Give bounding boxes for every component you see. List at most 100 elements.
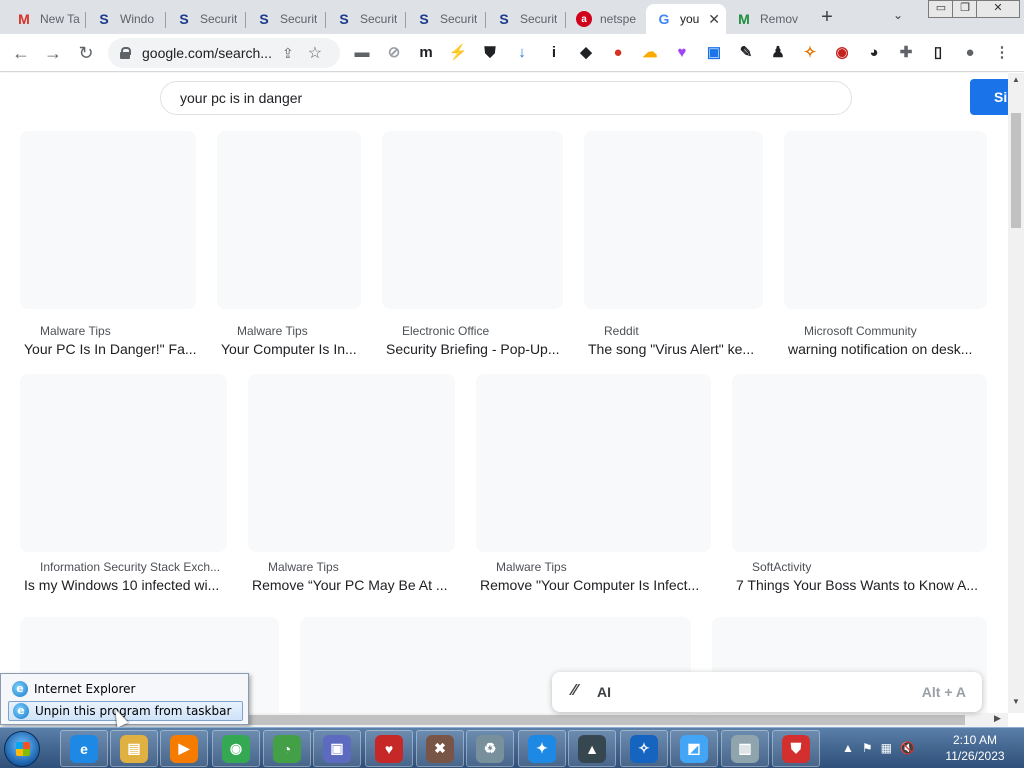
tab-1[interactable]: S Windo bbox=[86, 4, 166, 34]
taskbar-app-button[interactable]: ▲ bbox=[568, 730, 616, 767]
image-thumbnail[interactable] bbox=[20, 374, 227, 552]
search-input[interactable]: your pc is in danger bbox=[160, 81, 852, 115]
broom-ext-icon[interactable]: ✧ bbox=[800, 43, 820, 63]
start-button[interactable] bbox=[4, 731, 40, 767]
tab-7[interactable]: a netspe bbox=[566, 4, 646, 34]
lock-icon[interactable] bbox=[120, 47, 131, 59]
result-title[interactable]: Remove "Your Computer Is Infect... bbox=[480, 577, 715, 593]
download-ext-icon[interactable]: ↓ bbox=[512, 43, 532, 63]
screen-ext-icon[interactable]: ▣ bbox=[704, 43, 724, 63]
m-ext-icon[interactable]: m bbox=[416, 43, 436, 63]
person-ext-icon[interactable]: ♟ bbox=[768, 43, 788, 63]
tab-2[interactable]: S Securit bbox=[166, 4, 246, 34]
address-bar[interactable]: google.com/search... ⇪ ☆ bbox=[108, 38, 340, 68]
image-thumbnail[interactable] bbox=[584, 131, 763, 309]
new-tab-button[interactable]: + bbox=[816, 6, 838, 28]
menu-icon[interactable]: ⋮ bbox=[992, 43, 1012, 63]
share-icon[interactable]: ⇪ bbox=[282, 45, 294, 62]
show-hidden-icons-icon[interactable]: ▲ bbox=[842, 741, 854, 755]
taskbar-app-button[interactable]: ♥ bbox=[365, 730, 413, 767]
taskbar-app-button[interactable]: ▥ bbox=[721, 730, 769, 767]
tab-0[interactable]: M New Ta bbox=[6, 4, 86, 34]
back-arrow-icon[interactable]: ← bbox=[10, 42, 32, 64]
profile-icon[interactable]: ● bbox=[960, 43, 980, 63]
scrollbar-thumb[interactable] bbox=[1011, 113, 1021, 228]
flag-icon[interactable]: ⚑ bbox=[862, 741, 873, 755]
result-title[interactable]: Security Briefing - Pop-Up... bbox=[386, 341, 567, 357]
shield-ext-icon[interactable]: ⛊ bbox=[480, 43, 500, 63]
image-thumbnail[interactable] bbox=[217, 131, 361, 309]
record-ext-icon[interactable]: ● bbox=[608, 43, 628, 63]
scroll-down-icon[interactable]: ▼ bbox=[1012, 697, 1020, 706]
taskbar-app-button[interactable]: ♻ bbox=[466, 730, 514, 767]
taskbar-app-button[interactable]: ✦ bbox=[518, 730, 566, 767]
box-ext-icon[interactable]: ◆ bbox=[576, 43, 596, 63]
image-thumbnail[interactable] bbox=[248, 374, 455, 552]
taskbar-app-button[interactable]: ▶ bbox=[160, 730, 208, 767]
taskbar-app-button[interactable]: ▤ bbox=[110, 730, 158, 767]
color-ext-icon[interactable]: ◉ bbox=[832, 43, 852, 63]
tab-8-active[interactable]: G you ✕ bbox=[646, 4, 726, 34]
close-window-button[interactable]: ✕ bbox=[976, 0, 1020, 18]
scroll-right-icon[interactable]: ▶ bbox=[994, 713, 1001, 724]
bolt-ext-icon[interactable]: ⚡ bbox=[448, 43, 468, 63]
image-thumbnail[interactable] bbox=[784, 131, 987, 309]
taskbar-app-button[interactable]: ▣ bbox=[313, 730, 361, 767]
cat-ext-icon[interactable]: ◕ bbox=[864, 43, 884, 63]
taskbar-app-button[interactable]: ✧ bbox=[620, 730, 668, 767]
image-thumbnail[interactable] bbox=[732, 374, 987, 552]
result-title[interactable]: Your PC Is In Danger!" Fa... bbox=[24, 341, 200, 357]
url-text[interactable]: google.com/search... bbox=[142, 45, 272, 61]
taskbar-app-button[interactable]: e bbox=[60, 730, 108, 767]
result-title[interactable]: Remove “Your PC May Be At ... bbox=[252, 577, 459, 593]
result-title[interactable]: 7 Things Your Boss Wants to Know A... bbox=[736, 577, 991, 593]
tab-search-chevron-icon[interactable]: ⌄ bbox=[893, 8, 903, 22]
result-source[interactable]: Malware Tips bbox=[496, 560, 567, 574]
tab-5[interactable]: S Securit bbox=[406, 4, 486, 34]
result-source[interactable]: Malware Tips bbox=[268, 560, 339, 574]
tab-4[interactable]: S Securit bbox=[326, 4, 406, 34]
minimize-button[interactable]: ▭ bbox=[928, 0, 954, 18]
tab-9[interactable]: M Remov bbox=[726, 4, 806, 34]
jump-item-internet-explorer[interactable]: e Internet Explorer bbox=[8, 679, 243, 699]
clock[interactable]: 2:10 AM 11/26/2023 bbox=[935, 732, 1015, 764]
volume-muted-icon[interactable]: 🔇 bbox=[900, 741, 915, 755]
taskbar-app-button[interactable]: ◔ bbox=[263, 730, 311, 767]
result-title[interactable]: The song "Virus Alert" ke... bbox=[588, 341, 767, 357]
scroll-up-icon[interactable]: ▲ bbox=[1012, 75, 1020, 84]
taskbar-app-button[interactable]: ◉ bbox=[212, 730, 260, 767]
image-thumbnail[interactable] bbox=[20, 131, 196, 309]
restore-button[interactable]: ❐ bbox=[952, 0, 978, 18]
info-ext-icon[interactable]: i bbox=[544, 43, 564, 63]
result-source[interactable]: Reddit bbox=[604, 324, 639, 338]
taskbar-app-button[interactable]: ✖ bbox=[416, 730, 464, 767]
network-icon[interactable]: ▦ bbox=[881, 741, 892, 755]
result-source[interactable]: Microsoft Community bbox=[804, 324, 917, 338]
tab-3[interactable]: S Securit bbox=[246, 4, 326, 34]
result-source[interactable]: Malware Tips bbox=[237, 324, 308, 338]
image-thumbnail[interactable] bbox=[476, 374, 711, 552]
result-source[interactable]: Malware Tips bbox=[40, 324, 111, 338]
heart-ext-icon[interactable]: ♥ bbox=[672, 43, 692, 63]
taskbar-app-button[interactable]: ⛊ bbox=[772, 730, 820, 767]
forward-arrow-icon[interactable]: → bbox=[42, 42, 64, 64]
image-thumbnail[interactable] bbox=[382, 131, 563, 309]
sidepanel-icon[interactable]: ▯ bbox=[928, 43, 948, 63]
ai-assistant-bar[interactable]: ⁄⁄ AI Alt + A bbox=[552, 672, 982, 712]
folder-ext-icon[interactable]: ▬ bbox=[352, 43, 372, 63]
puzzle-icon[interactable]: ✚ bbox=[896, 43, 916, 63]
close-tab-icon[interactable]: ✕ bbox=[708, 11, 720, 28]
result-title[interactable]: warning notification on desk... bbox=[788, 341, 991, 357]
edit-ext-icon[interactable]: ✎ bbox=[736, 43, 756, 63]
taskbar-app-button[interactable]: ◩ bbox=[670, 730, 718, 767]
result-source[interactable]: Information Security Stack Exch... bbox=[40, 560, 220, 574]
result-source[interactable]: Electronic Office bbox=[402, 324, 489, 338]
result-title[interactable]: Is my Windows 10 infected wi... bbox=[24, 577, 231, 593]
tab-6[interactable]: S Securit bbox=[486, 4, 566, 34]
compass-ext-icon[interactable]: ⊘ bbox=[384, 43, 404, 63]
result-title[interactable]: Your Computer Is In... bbox=[221, 341, 365, 357]
bookmark-star-icon[interactable]: ☆ bbox=[308, 43, 322, 63]
result-source[interactable]: SoftActivity bbox=[752, 560, 811, 574]
vertical-scrollbar[interactable]: ▲ ▼ bbox=[1008, 73, 1024, 713]
reload-icon[interactable]: ↻ bbox=[75, 42, 97, 64]
